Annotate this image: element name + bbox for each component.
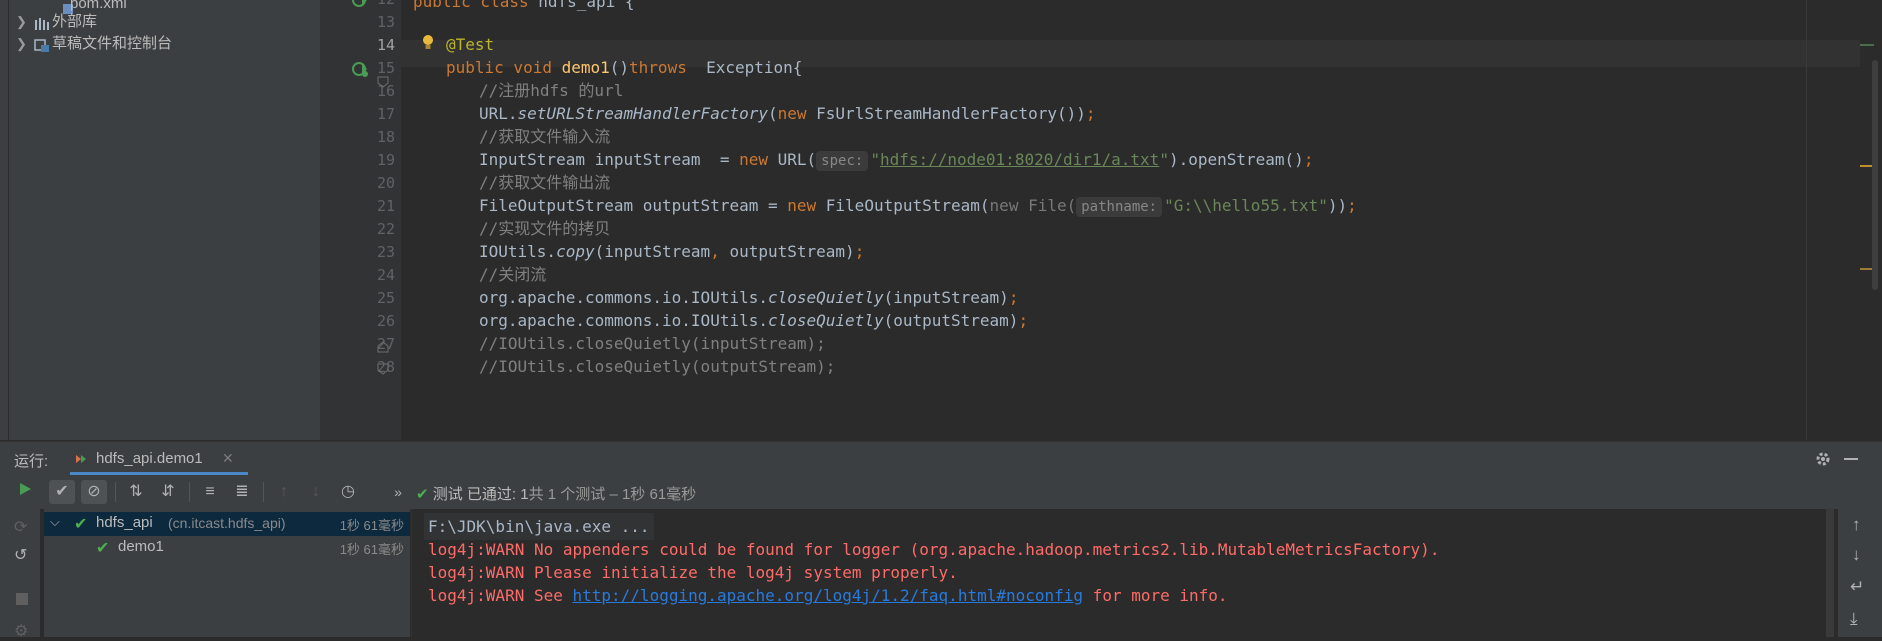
- editor-error-stripe[interactable]: [1860, 0, 1882, 440]
- stop-icon[interactable]: [16, 593, 28, 605]
- chevron-right-icon[interactable]: ❯: [16, 10, 27, 34]
- line-number: 26: [376, 312, 395, 330]
- test-row[interactable]: ✔ demo1 1秒 61毫秒: [44, 536, 410, 560]
- param-hint: pathname:: [1076, 197, 1163, 217]
- settings-icon[interactable]: ⚙: [14, 621, 28, 641]
- gear-icon[interactable]: [1814, 450, 1832, 472]
- test-row-selected[interactable]: ⌵ ✔ hdfs_api (cn.itcast.hdfs_api) 1秒 61毫…: [44, 512, 410, 536]
- line-number: 25: [376, 289, 395, 307]
- tree-item-scratches[interactable]: ❯ 草稿文件和控制台: [0, 32, 320, 56]
- run-test-icon[interactable]: [351, 61, 369, 82]
- left-tool-stripe: [0, 0, 9, 440]
- tree-item-label: 草稿文件和控制台: [52, 35, 173, 52]
- chevron-right-icon[interactable]: ❯: [16, 32, 27, 56]
- console-scrollbar[interactable]: [1826, 509, 1834, 637]
- test-runner-toolbar: ✔ ⊘ ⇅ ⇵ ≡ ≣ ↑ ↓ ◷ » ✔ 测试 已通过: 1共 1 个测试 –…: [0, 475, 1882, 509]
- line-number: 19: [376, 151, 395, 169]
- line-number: 22: [376, 220, 395, 238]
- hdfs-url-link[interactable]: hdfs://node01:8020/dir1/a.txt: [880, 150, 1159, 169]
- fold-icon[interactable]: [377, 340, 389, 358]
- line-number: 18: [376, 128, 395, 146]
- log4j-faq-link[interactable]: http://logging.apache.org/log4j/1.2/faq.…: [573, 586, 1084, 605]
- run-label: 运行:: [14, 453, 49, 470]
- line-number: 14: [376, 36, 395, 54]
- test-duration: 1秒 61毫秒: [339, 518, 404, 533]
- fold-icon[interactable]: [377, 362, 389, 380]
- test-results-tree: ⌵ ✔ hdfs_api (cn.itcast.hdfs_api) 1秒 61毫…: [44, 509, 410, 637]
- line-number-gutter: 12 13 14 15 16 17 18 19 20 21 22 23 24 2…: [321, 0, 401, 440]
- collapse-all-icon[interactable]: ≣: [229, 480, 255, 504]
- console-output[interactable]: F:\JDK\bin\java.exe ... log4j:WARN No ap…: [411, 509, 1838, 637]
- scroll-up-icon[interactable]: ↑: [1852, 515, 1861, 535]
- test-class-package: (cn.itcast.hdfs_api): [168, 515, 286, 531]
- toggle-auto-test-icon[interactable]: ↺: [14, 545, 27, 565]
- tree-item-external-libraries[interactable]: ❯ 外部库: [0, 10, 320, 34]
- marker: [1860, 44, 1874, 46]
- status-detail: 共 1 个测试 – 1秒 61毫秒: [528, 486, 697, 503]
- rerun-icon[interactable]: [12, 480, 38, 504]
- tree-item-label: 外部库: [52, 13, 98, 30]
- show-ignored-icon[interactable]: ⊘: [81, 480, 107, 504]
- code-line-28: //IOUtils.closeQuietly(outputStream);: [479, 357, 836, 376]
- right-margin-guide: [1806, 0, 1807, 440]
- run-config-icon: [74, 452, 88, 469]
- code-area[interactable]: public class hdfs_api { @Test public voi…: [401, 0, 1881, 440]
- line-number: 20: [376, 174, 395, 192]
- code-line-21: FileOutputStream outputStream = new File…: [479, 196, 1357, 217]
- rerun-failed-icon[interactable]: ⟳: [14, 517, 27, 537]
- scroll-to-end-icon[interactable]: ⤓: [1850, 609, 1858, 629]
- code-line-12: public class hdfs_api {: [413, 0, 635, 11]
- scroll-down-icon[interactable]: ↓: [1852, 545, 1861, 565]
- run-test-icon[interactable]: [351, 0, 369, 13]
- project-tool-window: pom.xml ❯ 外部库 ❯ 草稿文件和控制台: [0, 0, 321, 440]
- test-history-icon[interactable]: ◷: [335, 480, 361, 504]
- sort-alpha-icon[interactable]: ⇅: [123, 480, 149, 504]
- check-icon: ✔: [96, 540, 110, 557]
- line-number: 13: [376, 13, 395, 31]
- lightbulb-icon[interactable]: [421, 33, 435, 56]
- run-tab-label: hdfs_api.demo1: [96, 450, 203, 467]
- fold-icon[interactable]: [377, 75, 389, 93]
- line-number: 21: [376, 197, 395, 215]
- run-side-actions: ⟳ ↺ ⚙: [0, 509, 40, 640]
- scratches-icon: [34, 37, 50, 52]
- soft-wrap-icon[interactable]: ↵: [1850, 577, 1864, 597]
- minimize-icon[interactable]: [1844, 458, 1858, 460]
- code-editor[interactable]: 12 13 14 15 16 17 18 19 20 21 22 23 24 2…: [321, 0, 1882, 440]
- check-icon: ✔: [74, 516, 88, 533]
- more-actions-icon[interactable]: »: [385, 480, 411, 504]
- console-line: log4j:WARN See http://logging.apache.org…: [428, 586, 1228, 605]
- test-class-name: hdfs_api: [96, 514, 153, 531]
- expand-all-icon[interactable]: ≡: [197, 480, 223, 504]
- show-passed-icon[interactable]: ✔: [49, 480, 75, 504]
- check-icon: ✔: [416, 486, 429, 503]
- test-method-name: demo1: [118, 538, 164, 555]
- line-number: 17: [376, 105, 395, 123]
- line-number: 24: [376, 266, 395, 284]
- run-tool-window-header: 运行: hdfs_api.demo1 ✕: [0, 441, 1882, 476]
- test-status-bar: ✔ 测试 已通过: 1共 1 个测试 – 1秒 61毫秒: [416, 483, 696, 504]
- param-hint: spec:: [816, 151, 869, 171]
- chevron-down-icon[interactable]: ⌵: [50, 514, 60, 530]
- line-number: 23: [376, 243, 395, 261]
- editor-scrollbar-thumb[interactable]: [1872, 60, 1878, 290]
- sort-duration-icon[interactable]: ⇵: [155, 480, 181, 504]
- run-tab[interactable]: hdfs_api.demo1 ✕: [70, 442, 248, 475]
- close-tab-icon[interactable]: ✕: [222, 450, 234, 467]
- status-prefix: 测试 已通过:: [432, 486, 521, 503]
- status-count: 1: [520, 486, 529, 503]
- console-side-actions: ↑ ↓ ↵ ⤓: [1838, 509, 1882, 637]
- test-duration: 1秒 61毫秒: [339, 542, 404, 557]
- library-icon: [34, 15, 50, 30]
- previous-failed-icon[interactable]: ↑: [271, 480, 297, 504]
- next-failed-icon[interactable]: ↓: [303, 480, 329, 504]
